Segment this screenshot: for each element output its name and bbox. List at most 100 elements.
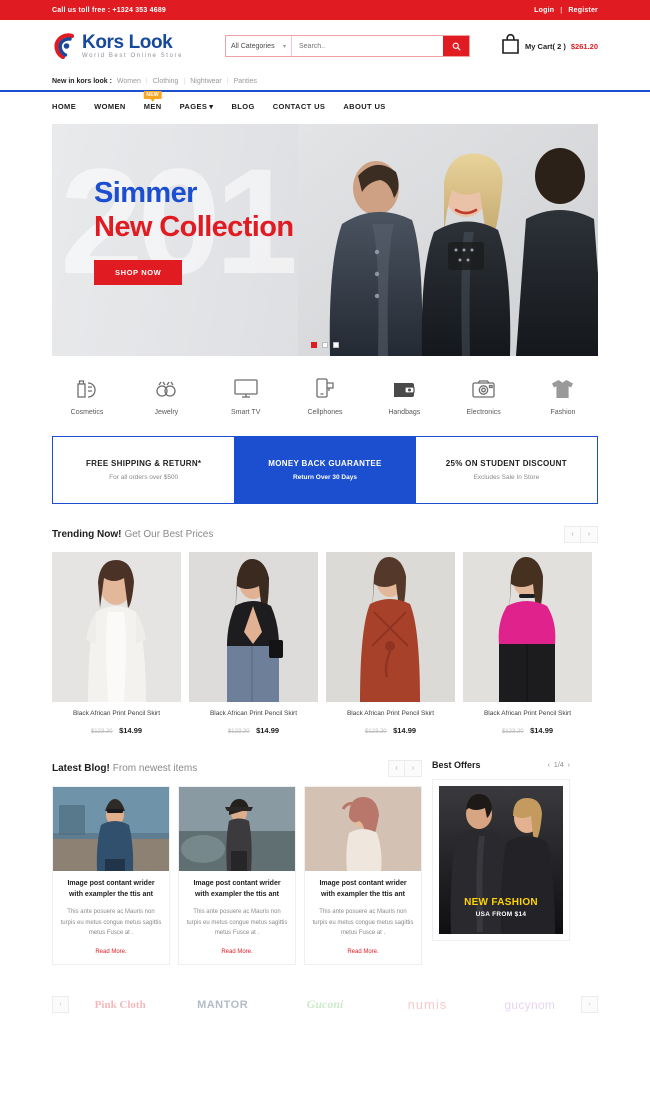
site-logo[interactable]: Kors Look World Best Online Store bbox=[52, 32, 217, 60]
blog-next-button[interactable]: › bbox=[405, 760, 422, 777]
hero-dot-2[interactable] bbox=[322, 342, 328, 348]
category-handbags[interactable]: Handbags bbox=[369, 374, 439, 416]
cart-icon bbox=[501, 33, 520, 60]
brand-logo-guconi[interactable]: Guconi bbox=[274, 997, 376, 1012]
best-offers-prev-button[interactable]: ‹ bbox=[548, 762, 550, 769]
category-select[interactable]: All Categories ▾ bbox=[226, 36, 292, 56]
blog-card-title: Image post contant wrider with exampler … bbox=[67, 880, 155, 898]
blog-and-offers-row: Latest Blog! From newest items ‹ › Image… bbox=[52, 760, 598, 965]
login-link[interactable]: Login bbox=[534, 7, 554, 14]
brand-logo-numis[interactable]: numis bbox=[376, 997, 478, 1012]
hero-dot-1[interactable] bbox=[311, 342, 317, 348]
promo-money-back[interactable]: MONEY BACK GUARANTEE Return Over 30 Days bbox=[234, 437, 416, 503]
shop-now-button[interactable]: SHOP NOW bbox=[94, 260, 183, 286]
blog-card[interactable]: Image post contant wrider with exampler … bbox=[304, 786, 422, 965]
category-cosmetics[interactable]: Cosmetics bbox=[52, 374, 122, 416]
account-links: Login | Register bbox=[534, 7, 598, 14]
register-link[interactable]: Register bbox=[568, 7, 598, 14]
read-more-link[interactable]: Read More. bbox=[312, 949, 414, 955]
new-in-bar: New in kors look : Women | Clothing | Ni… bbox=[0, 72, 650, 92]
account-links-separator: | bbox=[560, 6, 563, 14]
logo-tagline: World Best Online Store bbox=[82, 53, 184, 59]
best-offers-next-button[interactable]: › bbox=[568, 762, 570, 769]
blog-card[interactable]: Image post contant wrider with exampler … bbox=[178, 786, 296, 965]
cart-summary[interactable]: My Cart( 2 ) $261.20 bbox=[501, 33, 598, 60]
brand-logo-gucynom[interactable]: gucynom bbox=[479, 998, 581, 1012]
product-name: Black African Print Pencil Skirt bbox=[72, 710, 161, 717]
logo-name: Kors Look bbox=[82, 32, 173, 53]
brand-logo-pink-cloth[interactable]: Pink Cloth bbox=[69, 999, 171, 1011]
promo-student-discount[interactable]: 25% ON STUDENT DISCOUNT Excludes Sale In… bbox=[415, 437, 597, 503]
trending-section-header: Trending Now! Get Our Best Prices ‹ › bbox=[52, 526, 598, 543]
blog-prev-button[interactable]: ‹ bbox=[388, 760, 405, 777]
category-jewelry[interactable]: Jewelry bbox=[131, 374, 201, 416]
nav-label: BLOG bbox=[231, 101, 255, 111]
best-offer-caption: NEW FASHION USA FROM $14 bbox=[439, 897, 563, 918]
brand-next-button[interactable]: › bbox=[581, 996, 599, 1013]
hero-slider[interactable]: 201 Simmer New Collection SHOP NOW bbox=[52, 124, 598, 356]
product-prices: $123.20 $14.99 bbox=[463, 720, 592, 738]
nav-label: MEN bbox=[143, 101, 162, 111]
new-in-link-nightwear[interactable]: Nightwear bbox=[190, 78, 222, 85]
best-offer-card[interactable]: NEW FASHION USA FROM $14 bbox=[432, 779, 570, 941]
brand-prev-button[interactable]: ‹ bbox=[52, 996, 69, 1013]
brand-carousel: ‹ Pink Cloth MANTOR Guconi numis gucynom… bbox=[52, 985, 599, 1025]
jewelry-icon bbox=[154, 374, 178, 400]
nav-item-contact-us[interactable]: CONTACT US bbox=[273, 102, 326, 111]
search-bar: All Categories ▾ bbox=[225, 35, 470, 57]
blog-body: Image post contant wrider with exampler … bbox=[305, 871, 421, 964]
best-offers-pager: ‹ 1/4 › bbox=[548, 762, 570, 769]
product-card[interactable]: Black African Print Pencil Skirt $123.20… bbox=[326, 552, 455, 738]
hero-headline-1: Simmer bbox=[94, 177, 197, 209]
category-label: Jewelry bbox=[154, 409, 179, 416]
product-card[interactable]: Black African Print Pencil Skirt $123.20… bbox=[189, 552, 318, 738]
cosmetics-icon bbox=[75, 374, 99, 400]
hero-headline-2: New Collection bbox=[94, 211, 294, 244]
brand-logo-mantor[interactable]: MANTOR bbox=[171, 999, 273, 1011]
new-in-link-panties[interactable]: Panties bbox=[234, 78, 257, 85]
promo-title: FREE SHIPPING & RETURN* bbox=[85, 459, 202, 468]
best-offers-title: Best Offers bbox=[432, 760, 481, 770]
product-prices: $123.20 $14.99 bbox=[52, 720, 181, 738]
read-more-link[interactable]: Read More. bbox=[60, 949, 162, 955]
blog-card-excerpt: This ante posuere ac Mauris non turpis e… bbox=[312, 909, 414, 936]
blog-card[interactable]: Image post contant wrider with exampler … bbox=[52, 786, 170, 965]
nav-item-women[interactable]: WOMEN bbox=[94, 102, 126, 111]
product-card[interactable]: Black African Print Pencil Skirt $123.20… bbox=[463, 552, 592, 738]
new-in-link-clothing[interactable]: Clothing bbox=[153, 78, 179, 85]
logo-mark-icon bbox=[52, 33, 78, 60]
promo-free-shipping[interactable]: FREE SHIPPING & RETURN* For all orders o… bbox=[53, 437, 235, 503]
cart-total-price: $261.20 bbox=[570, 41, 598, 51]
search-input[interactable] bbox=[292, 36, 443, 56]
nav-label: HOME bbox=[52, 101, 77, 111]
best-offer-caption-sub: USA FROM $14 bbox=[475, 911, 527, 918]
new-in-divider: | bbox=[226, 77, 229, 85]
nav-item-home[interactable]: HOME bbox=[52, 102, 76, 111]
category-electronics[interactable]: Electronics bbox=[449, 374, 519, 416]
hero-dot-3[interactable] bbox=[333, 342, 339, 348]
category-fashion[interactable]: Fashion bbox=[528, 374, 598, 416]
category-cellphones[interactable]: Cellphones bbox=[290, 374, 360, 416]
trending-next-button[interactable]: › bbox=[581, 526, 598, 543]
product-image bbox=[326, 552, 455, 702]
product-card[interactable]: Black African Print Pencil Skirt $123.20… bbox=[52, 552, 181, 738]
trending-carousel-controls: ‹ › bbox=[564, 526, 598, 543]
blog-section-header: Latest Blog! From newest items ‹ › bbox=[52, 760, 422, 777]
new-in-link-women[interactable]: Women bbox=[117, 78, 141, 85]
trending-prev-button[interactable]: ‹ bbox=[564, 526, 581, 543]
nav-item-pages[interactable]: PAGES ▾ bbox=[180, 102, 214, 111]
search-button[interactable] bbox=[443, 36, 469, 56]
nav-item-about-us[interactable]: ABOUT US bbox=[343, 102, 385, 111]
product-old-price: $123.20 bbox=[227, 729, 250, 735]
blog-subtitle: From newest items bbox=[112, 763, 198, 774]
category-label: Handbags bbox=[388, 409, 421, 416]
blog-image bbox=[305, 787, 421, 871]
hero-slider-dots[interactable] bbox=[311, 342, 339, 348]
read-more-link[interactable]: Read More. bbox=[186, 949, 288, 955]
nav-item-blog[interactable]: BLOG bbox=[231, 102, 254, 111]
category-smart-tv[interactable]: Smart TV bbox=[211, 374, 281, 416]
blog-body: Image post contant wrider with exampler … bbox=[179, 871, 295, 964]
nav-item-men[interactable]: NEW MEN bbox=[143, 90, 162, 111]
blog-card-title: Image post contant wrider with exampler … bbox=[193, 880, 281, 898]
site-header: Kors Look World Best Online Store All Ca… bbox=[0, 20, 650, 72]
